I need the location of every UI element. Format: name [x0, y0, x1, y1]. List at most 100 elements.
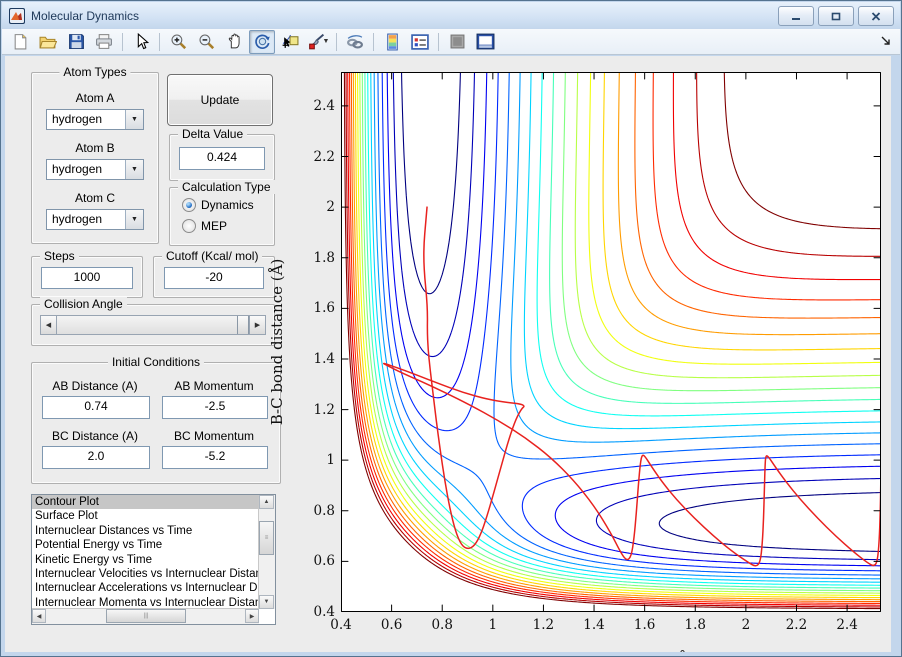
- cutoff-field[interactable]: -20: [164, 267, 264, 289]
- toolbar-overflow-arrow[interactable]: [880, 35, 892, 47]
- list-item[interactable]: Internuclear Momenta vs Internuclear Dis…: [32, 596, 259, 609]
- data-cursor-button[interactable]: [277, 30, 303, 54]
- insert-colorbar-button[interactable]: [379, 30, 405, 54]
- y-tick-label: 1: [326, 452, 335, 469]
- zoom-out-icon: [198, 34, 214, 50]
- dock-figure-button[interactable]: [472, 30, 498, 54]
- toolbar-separator: [122, 32, 123, 51]
- x-tick-label: 1: [488, 617, 498, 633]
- y-tick-label: 1.4: [313, 350, 335, 367]
- cursor-arrow-icon: [137, 33, 149, 50]
- minimize-button[interactable]: [778, 6, 814, 26]
- horizontal-scrollbar[interactable]: ◀ ||| ▶: [32, 608, 259, 624]
- maximize-icon: [831, 12, 841, 20]
- link-plots-button[interactable]: [342, 30, 368, 54]
- rotate-3d-button[interactable]: [249, 29, 275, 54]
- data-cursor-icon: [282, 34, 299, 48]
- delta-value-title: Delta Value: [178, 127, 248, 141]
- atom-a-value: hydrogen: [52, 112, 103, 126]
- pan-button[interactable]: [221, 30, 247, 54]
- x-axis-label: A-B bond distance (Å): [341, 650, 881, 652]
- radio-dynamics[interactable]: Dynamics: [182, 198, 254, 212]
- insert-legend-button[interactable]: [407, 30, 433, 54]
- ab-distance-field[interactable]: 0.74: [42, 396, 150, 419]
- hide-plot-tools-button[interactable]: [444, 30, 470, 54]
- new-file-button[interactable]: [7, 30, 33, 54]
- list-item[interactable]: Contour Plot: [32, 495, 259, 510]
- y-tick-label: 1.8: [313, 249, 335, 266]
- pan-hand-icon: [228, 33, 240, 49]
- chevron-down-icon[interactable]: ▼: [125, 110, 143, 129]
- maximize-button[interactable]: [818, 6, 854, 26]
- list-item[interactable]: Internuclear Velocities vs Internuclear …: [32, 567, 259, 581]
- cutoff-groupbox: Cutoff (Kcal/ mol) -20: [153, 249, 275, 298]
- y-tick-label: 0.6: [313, 553, 335, 570]
- open-file-button[interactable]: [35, 30, 61, 54]
- list-item[interactable]: Kinetic Energy vs Time: [32, 553, 259, 567]
- chevron-down-icon[interactable]: ▼: [125, 210, 143, 229]
- x-tick-label: 2.2: [785, 617, 808, 633]
- collision-angle-slider[interactable]: ◀ ▶: [40, 315, 266, 335]
- close-button[interactable]: [858, 6, 894, 26]
- scroll-right-arrow[interactable]: ▶: [245, 609, 259, 623]
- atom-c-dropdown[interactable]: hydrogen ▼: [46, 209, 144, 230]
- collision-angle-title: Collision Angle: [40, 297, 127, 311]
- list-item[interactable]: Surface Plot: [32, 509, 259, 523]
- initial-conditions-groupbox: Initial Conditions AB Distance (A) AB Mo…: [31, 355, 281, 484]
- scroll-up-arrow[interactable]: ▲: [259, 495, 274, 509]
- chevron-down-icon[interactable]: ▼: [125, 160, 143, 179]
- save-button[interactable]: [63, 30, 89, 54]
- brush-dropdown-caret[interactable]: ▼: [323, 38, 330, 45]
- update-button[interactable]: Update: [167, 74, 273, 126]
- bc-momentum-field[interactable]: -5.2: [162, 446, 268, 469]
- scroll-down-arrow[interactable]: ▼: [259, 595, 274, 609]
- bc-distance-field[interactable]: 2.0: [42, 446, 150, 469]
- atom-a-dropdown[interactable]: hydrogen ▼: [46, 109, 144, 130]
- delta-value-field[interactable]: 0.424: [179, 147, 265, 170]
- zoom-out-button[interactable]: [193, 30, 219, 54]
- toolbar-separator: [336, 32, 337, 51]
- atom-b-label: Atom B: [75, 141, 115, 155]
- vertical-scrollbar[interactable]: ▲ ≡ ▼: [258, 495, 275, 609]
- initial-conditions-title: Initial Conditions: [107, 355, 205, 369]
- x-tick-label: 1.4: [583, 617, 605, 633]
- atom-b-value: hydrogen: [52, 162, 103, 176]
- collision-angle-groupbox: Collision Angle ◀ ▶: [31, 297, 275, 346]
- figure-toolbar: ▼: [2, 29, 900, 55]
- list-item[interactable]: Potential Energy vs Time: [32, 538, 259, 552]
- delta-value-groupbox: Delta Value 0.424: [169, 127, 275, 181]
- vertical-scroll-thumb[interactable]: ≡: [259, 521, 274, 555]
- figure-client-area: Atom Types Atom A hydrogen ▼ Atom B hydr…: [5, 56, 891, 652]
- y-tick-label: 2.4: [313, 97, 335, 114]
- y-tick-label: 2.2: [313, 148, 335, 165]
- atom-c-label: Atom C: [74, 191, 115, 205]
- atom-a-label: Atom A: [75, 91, 115, 105]
- scroll-left-arrow[interactable]: ◀: [32, 609, 46, 623]
- colorbar-icon: [386, 33, 398, 50]
- list-item[interactable]: Internuclear Distances vs Time: [32, 524, 259, 538]
- atom-b-dropdown[interactable]: hydrogen ▼: [46, 159, 144, 180]
- y-tick-label: 1.6: [313, 300, 335, 317]
- list-item[interactable]: Internuclear Accelerations vs Internucle…: [32, 581, 259, 595]
- x-tick-label: 2.4: [836, 617, 858, 633]
- ab-momentum-field[interactable]: -2.5: [162, 396, 268, 419]
- window-title: Molecular Dynamics: [31, 8, 140, 23]
- brush-button[interactable]: ▼: [305, 30, 331, 54]
- slider-thumb[interactable]: [237, 316, 249, 334]
- print-button[interactable]: [91, 30, 117, 54]
- radio-mep[interactable]: MEP: [182, 219, 227, 233]
- x-tick-label: 1.6: [633, 617, 656, 633]
- bc-distance-label: BC Distance (A): [51, 429, 139, 443]
- horizontal-scroll-thumb[interactable]: |||: [106, 609, 186, 623]
- steps-field[interactable]: 1000: [41, 267, 133, 289]
- bc-momentum-label: BC Momentum: [173, 429, 255, 443]
- zoom-in-button[interactable]: [165, 30, 191, 54]
- slider-right-arrow[interactable]: ▶: [249, 316, 265, 334]
- toolbar-separator: [159, 32, 160, 51]
- contour-plot-canvas[interactable]: [341, 72, 881, 612]
- slider-left-arrow[interactable]: ◀: [41, 316, 57, 334]
- y-tick-label: 2: [326, 199, 335, 216]
- toolbar-separator: [373, 32, 374, 51]
- plot-type-listbox[interactable]: Contour Plot Surface Plot Internuclear Dis…: [31, 494, 276, 625]
- edit-plot-button[interactable]: [128, 30, 154, 54]
